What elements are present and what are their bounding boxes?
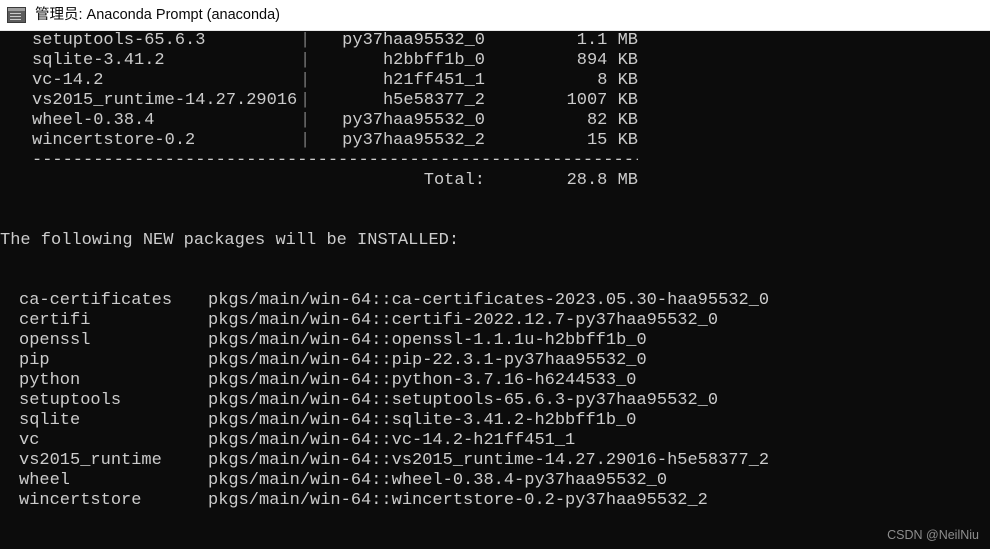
download-row: setuptools-65.6.3 | py37haa95532_0 1.1 MB — [0, 31, 990, 51]
total-value: 28.8 MB — [566, 171, 638, 190]
total-row: Total: 28.8 MB — [0, 171, 990, 191]
install-package-name: wincertstore — [19, 491, 142, 510]
install-package-spec: pkgs/main/win-64::vs2015_runtime-14.27.2… — [208, 451, 770, 470]
column-divider: | — [300, 71, 311, 90]
package-name-cell: wheel-0.38.4 — [32, 111, 155, 130]
install-package-spec: pkgs/main/win-64::sqlite-3.41.2-h2bbff1b… — [208, 411, 637, 430]
install-row: wheel pkgs/main/win-64::wheel-0.38.4-py37… — [0, 471, 990, 491]
install-row: python pkgs/main/win-64::python-3.7.16-h6… — [0, 371, 990, 391]
package-name-cell: vs2015_runtime-14.27.29016 — [32, 91, 298, 110]
install-row: wincertstore pkgs/main/win-64::wincertsto… — [0, 491, 990, 511]
package-size-cell: 82 KB — [586, 111, 638, 130]
console-window-icon — [7, 7, 26, 23]
install-package-name: ca-certificates — [19, 291, 173, 310]
table-separator-line: ----------------------------------------… — [0, 151, 990, 171]
package-name-cell: sqlite-3.41.2 — [32, 51, 165, 70]
install-row: setuptools pkgs/main/win-64::setuptools-6… — [0, 391, 990, 411]
install-row: openssl pkgs/main/win-64::openssl-1.1.1u-… — [0, 331, 990, 351]
install-package-spec: pkgs/main/win-64::wincertstore-0.2-py37h… — [208, 491, 708, 510]
package-size-cell: 1.1 MB — [576, 31, 638, 50]
package-size-cell: 8 KB — [597, 71, 638, 90]
package-name-cell: wincertstore-0.2 — [32, 131, 196, 150]
install-package-name: python — [19, 371, 81, 390]
install-header-text: The following NEW packages will be INSTA… — [0, 231, 460, 250]
terminal-output-area[interactable]: setuptools-65.6.3 | py37haa95532_0 1.1 MB sq… — [0, 31, 990, 549]
install-package-name: vs2015_runtime — [19, 451, 162, 470]
column-divider: | — [300, 111, 311, 130]
package-build-cell: py37haa95532_2 — [342, 131, 485, 150]
install-package-name: openssl — [19, 331, 91, 350]
install-row: vs2015_runtime pkgs/main/win-64::vs2015_r… — [0, 451, 990, 471]
window-title: 管理员: Anaconda Prompt (anaconda) — [35, 6, 281, 23]
download-row: wincertstore-0.2 | py37haa95532_2 15 KB — [0, 131, 990, 151]
package-build-cell: h5e58377_2 — [382, 91, 485, 110]
column-divider: | — [300, 91, 311, 110]
download-row: wheel-0.38.4 | py37haa95532_0 82 KB — [0, 111, 990, 131]
package-name-cell: vc-14.2 — [32, 71, 104, 90]
column-divider: | — [300, 51, 311, 70]
anaconda-prompt-window: 管理员: Anaconda Prompt (anaconda) setuptoo… — [0, 0, 990, 549]
install-package-spec: pkgs/main/win-64::certifi-2022.12.7-py37… — [208, 311, 719, 330]
install-package-spec: pkgs/main/win-64::ca-certificates-2023.0… — [208, 291, 770, 310]
download-row: sqlite-3.41.2 | h2bbff1b_0 894 KB — [0, 51, 990, 71]
package-size-cell: 894 KB — [576, 51, 638, 70]
install-package-spec: pkgs/main/win-64::python-3.7.16-h6244533… — [208, 371, 637, 390]
install-package-name: certifi — [19, 311, 91, 330]
install-row: vc pkgs/main/win-64::vc-14.2-h21ff451_1 — [0, 431, 990, 451]
install-package-name: wheel — [19, 471, 71, 490]
install-package-name: pip — [19, 351, 50, 370]
install-package-spec: pkgs/main/win-64::openssl-1.1.1u-h2bbff1… — [208, 331, 647, 350]
package-build-cell: py37haa95532_0 — [342, 31, 485, 50]
install-package-name: sqlite — [19, 411, 81, 430]
package-build-cell: h2bbff1b_0 — [382, 51, 485, 70]
window-titlebar[interactable]: 管理员: Anaconda Prompt (anaconda) — [0, 0, 990, 31]
install-row: pip pkgs/main/win-64::pip-22.3.1-py37haa9… — [0, 351, 990, 371]
package-build-cell: h21ff451_1 — [382, 71, 485, 90]
install-package-name: setuptools — [19, 391, 122, 410]
install-package-spec: pkgs/main/win-64::setuptools-65.6.3-py37… — [208, 391, 719, 410]
column-divider: | — [300, 31, 311, 50]
package-size-cell: 1007 KB — [566, 91, 638, 110]
install-row: certifi pkgs/main/win-64::certifi-2022.12… — [0, 311, 990, 331]
package-name-cell: setuptools-65.6.3 — [32, 31, 206, 50]
watermark: CSDN @NeilNiu — [887, 528, 979, 542]
download-row: vc-14.2 | h21ff451_1 8 KB — [0, 71, 990, 91]
package-size-cell: 15 KB — [586, 131, 638, 150]
install-row: sqlite pkgs/main/win-64::sqlite-3.41.2-h2… — [0, 411, 990, 431]
install-header-line: The following NEW packages will be INSTA… — [0, 231, 990, 251]
install-package-spec: pkgs/main/win-64::wheel-0.38.4-py37haa95… — [208, 471, 668, 490]
download-row: vs2015_runtime-14.27.29016 | h5e58377_2 100… — [0, 91, 990, 111]
install-row: ca-certificates pkgs/main/win-64::ca-cert… — [0, 291, 990, 311]
total-label: Total: — [423, 171, 485, 190]
package-build-cell: py37haa95532_0 — [342, 111, 485, 130]
dashed-separator: ----------------------------------------… — [32, 151, 638, 170]
install-package-spec: pkgs/main/win-64::pip-22.3.1-py37haa9553… — [208, 351, 647, 370]
column-divider: | — [300, 131, 311, 150]
install-package-spec: pkgs/main/win-64::vc-14.2-h21ff451_1 — [208, 431, 576, 450]
install-package-name: vc — [19, 431, 40, 450]
